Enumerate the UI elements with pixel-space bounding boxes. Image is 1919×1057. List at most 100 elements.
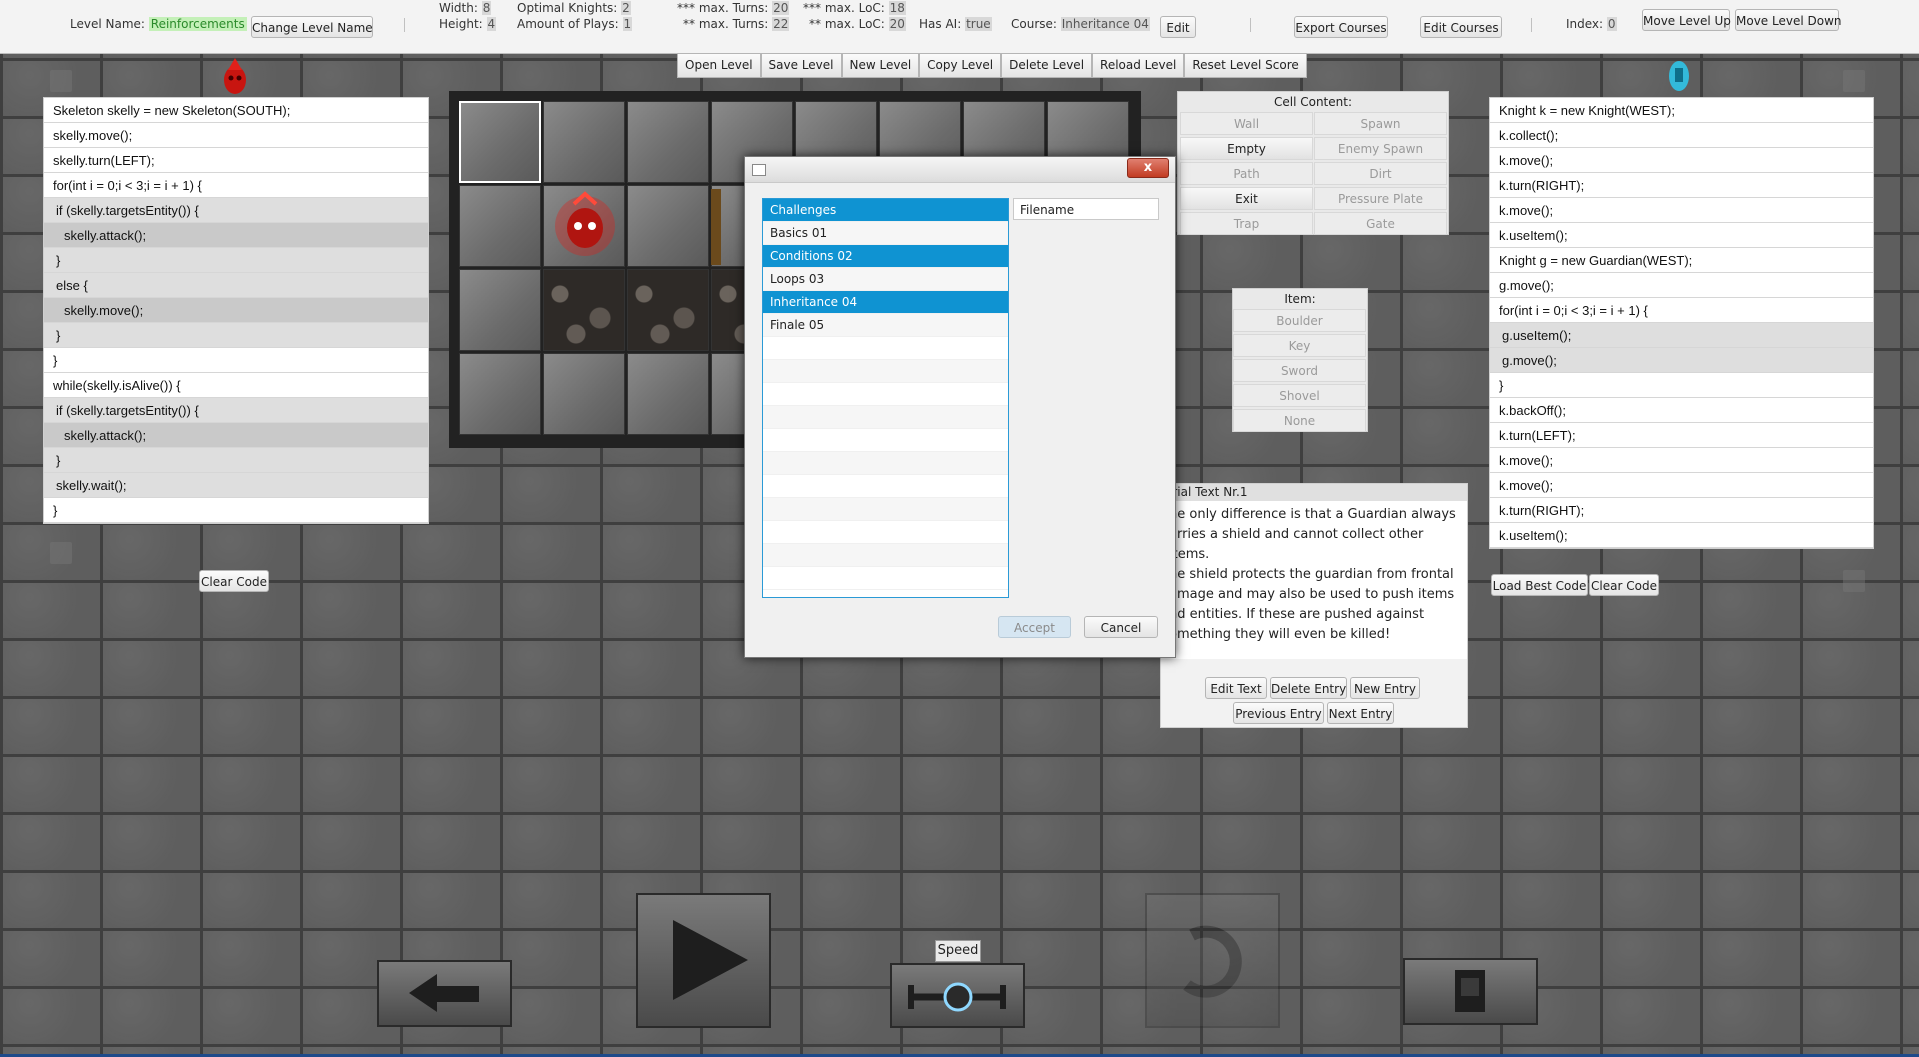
- delete-entry-button[interactable]: Delete Entry: [1270, 677, 1347, 699]
- code-line[interactable]: }: [44, 348, 428, 373]
- code-line[interactable]: k.backOff();: [1490, 398, 1873, 423]
- board-cell[interactable]: [459, 353, 541, 435]
- code-line[interactable]: skelly.attack();: [44, 223, 428, 248]
- code-line[interactable]: k.move();: [1490, 473, 1873, 498]
- code-line[interactable]: else {: [44, 273, 428, 298]
- edit-course-button[interactable]: Edit: [1160, 16, 1196, 38]
- cell-type-button[interactable]: Pressure Plate: [1314, 187, 1447, 210]
- toolbar-button[interactable]: Reset Level Score: [1184, 53, 1307, 78]
- previous-entry-button[interactable]: Previous Entry: [1233, 702, 1324, 724]
- scroll-up-button[interactable]: [50, 70, 72, 92]
- cell-type-button[interactable]: Enemy Spawn: [1314, 137, 1447, 160]
- toolbar-button[interactable]: New Level: [841, 53, 920, 78]
- code-line[interactable]: k.useItem();: [1490, 523, 1873, 548]
- course-list-item[interactable]: Inheritance 04: [763, 291, 1008, 314]
- course-list-item[interactable]: [763, 521, 1008, 544]
- code-line[interactable]: k.turn(RIGHT);: [1490, 498, 1873, 523]
- code-line[interactable]: k.turn(LEFT);: [1490, 423, 1873, 448]
- board-cell[interactable]: [543, 353, 625, 435]
- edit-text-button[interactable]: Edit Text: [1205, 677, 1267, 699]
- move-level-up-button[interactable]: Move Level Up: [1642, 9, 1731, 31]
- course-list-item[interactable]: [763, 360, 1008, 383]
- course-list-item[interactable]: [763, 406, 1008, 429]
- code-line[interactable]: for(int i = 0;i < 3;i = i + 1) {: [44, 173, 428, 198]
- code-line[interactable]: k.turn(RIGHT);: [1490, 173, 1873, 198]
- code-line[interactable]: }: [44, 498, 428, 523]
- course-list-item[interactable]: Loops 03: [763, 268, 1008, 291]
- code-line[interactable]: Knight g = new Guardian(WEST);: [1490, 248, 1873, 273]
- knight-code-editor[interactable]: Knight k = new Knight(WEST); k.collect();…: [1489, 97, 1874, 549]
- code-line[interactable]: skelly.move();: [44, 123, 428, 148]
- course-list-item[interactable]: [763, 567, 1008, 590]
- code-line[interactable]: k.useItem();: [1490, 223, 1873, 248]
- board-cell[interactable]: [627, 269, 709, 351]
- toolbar-button[interactable]: Save Level: [760, 53, 842, 78]
- board-cell[interactable]: [459, 185, 541, 267]
- cell-type-button[interactable]: Wall: [1180, 112, 1313, 135]
- code-line[interactable]: skelly.move();: [44, 298, 428, 323]
- course-list[interactable]: Challenges Basics 01 Conditions 02 Loops 03…: [762, 198, 1009, 598]
- board-cell[interactable]: [627, 101, 709, 183]
- change-level-name-button[interactable]: Change Level Name: [251, 16, 373, 38]
- cell-type-button[interactable]: Path: [1180, 162, 1313, 185]
- code-line[interactable]: g.useItem();: [1490, 323, 1873, 348]
- code-line[interactable]: }: [44, 323, 428, 348]
- cell-type-button[interactable]: Trap: [1180, 212, 1313, 235]
- board-cell[interactable]: [543, 101, 625, 183]
- edit-courses-button[interactable]: Edit Courses: [1420, 16, 1502, 38]
- toolbar-button[interactable]: Copy Level: [919, 53, 1002, 78]
- code-line[interactable]: k.move();: [1490, 148, 1873, 173]
- close-button[interactable]: x: [1127, 158, 1169, 178]
- board-cell[interactable]: [627, 185, 709, 267]
- item-button[interactable]: Boulder: [1233, 309, 1366, 332]
- right-clear-code-button[interactable]: Clear Code: [1589, 574, 1659, 596]
- code-line[interactable]: if (skelly.targetsEntity()) {: [44, 198, 428, 223]
- item-button[interactable]: Shovel: [1233, 384, 1366, 407]
- board-cell[interactable]: [627, 353, 709, 435]
- toolbar-button[interactable]: Reload Level: [1092, 53, 1185, 78]
- code-line[interactable]: if (skelly.targetsEntity()) {: [44, 398, 428, 423]
- code-line[interactable]: k.move();: [1490, 198, 1873, 223]
- code-line[interactable]: k.move();: [1490, 448, 1873, 473]
- code-line[interactable]: while(skelly.isAlive()) {: [44, 373, 428, 398]
- course-list-item[interactable]: [763, 475, 1008, 498]
- code-line[interactable]: k.collect();: [1490, 123, 1873, 148]
- course-list-item[interactable]: [763, 429, 1008, 452]
- code-line[interactable]: skelly.attack();: [44, 423, 428, 448]
- code-line[interactable]: for(int i = 0;i < 3;i = i + 1) {: [1490, 298, 1873, 323]
- move-level-down-button[interactable]: Move Level Down: [1735, 9, 1842, 31]
- code-line[interactable]: Skeleton skelly = new Skeleton(SOUTH);: [44, 98, 428, 123]
- cell-type-button[interactable]: Dirt: [1314, 162, 1447, 185]
- scroll-down-button[interactable]: [50, 542, 72, 564]
- board-cell[interactable]: [459, 101, 541, 183]
- cell-type-button[interactable]: Gate: [1314, 212, 1447, 235]
- cancel-button[interactable]: Cancel: [1084, 616, 1158, 638]
- course-list-item[interactable]: [763, 452, 1008, 475]
- export-courses-button[interactable]: Export Courses: [1294, 16, 1388, 38]
- board-cell[interactable]: [459, 269, 541, 351]
- back-button[interactable]: [377, 960, 512, 1027]
- course-list-item[interactable]: Conditions 02: [763, 245, 1008, 268]
- load-best-code-button[interactable]: Load Best Code: [1491, 574, 1588, 596]
- speed-slider[interactable]: [890, 963, 1025, 1028]
- left-clear-code-button[interactable]: Clear Code: [199, 570, 269, 592]
- course-list-item[interactable]: Basics 01: [763, 222, 1008, 245]
- reset-button[interactable]: [1145, 893, 1280, 1028]
- book-button[interactable]: [1403, 958, 1538, 1025]
- next-entry-button[interactable]: Next Entry: [1327, 702, 1394, 724]
- item-button[interactable]: None: [1233, 409, 1366, 432]
- course-list-item[interactable]: [763, 383, 1008, 406]
- course-list-item[interactable]: [763, 544, 1008, 567]
- code-line[interactable]: skelly.turn(LEFT);: [44, 148, 428, 173]
- play-button[interactable]: [636, 893, 771, 1028]
- accept-button[interactable]: Accept: [998, 616, 1071, 638]
- code-line[interactable]: g.move();: [1490, 273, 1873, 298]
- filename-input[interactable]: Filename: [1013, 198, 1159, 220]
- item-button[interactable]: Sword: [1233, 359, 1366, 382]
- course-list-item[interactable]: Finale 05: [763, 314, 1008, 337]
- item-button[interactable]: Key: [1233, 334, 1366, 357]
- skeleton-code-editor[interactable]: Skeleton skelly = new Skeleton(SOUTH); sk…: [43, 97, 429, 524]
- code-line[interactable]: }: [44, 248, 428, 273]
- cell-type-button[interactable]: Spawn: [1314, 112, 1447, 135]
- course-list-item[interactable]: [763, 498, 1008, 521]
